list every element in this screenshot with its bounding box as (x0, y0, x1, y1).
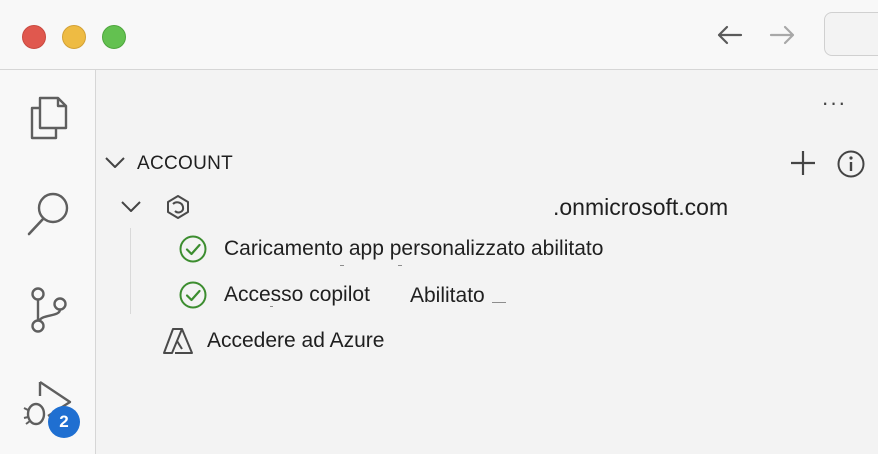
close-window-button[interactable] (22, 25, 46, 49)
m365-logo-icon (167, 195, 189, 219)
info-icon (837, 150, 865, 178)
section-title: ACCOUNT (137, 153, 234, 174)
text-artifact (492, 302, 506, 303)
explorer-button[interactable] (22, 92, 74, 144)
minimize-window-button[interactable] (62, 25, 86, 49)
tree-item-label: Accesso copilot (224, 283, 370, 306)
tree-item-label: Caricamento app personalizzato abilitato (224, 237, 604, 260)
debug-count-badge: 2 (48, 406, 80, 438)
more-actions-button[interactable]: ··· (818, 90, 850, 116)
check-circle-icon (179, 281, 207, 309)
add-icon (791, 151, 815, 175)
source-control-button[interactable] (22, 284, 74, 336)
forward-button[interactable] (765, 20, 799, 50)
search-button[interactable] (22, 188, 74, 240)
tree-item-custom-app-upload[interactable]: Caricamento app personalizzato abilitato (178, 232, 603, 266)
back-button[interactable] (713, 20, 747, 50)
text-artifact (340, 265, 344, 266)
maximize-window-button[interactable] (102, 25, 126, 49)
check-circle-icon (179, 235, 207, 263)
search-icon (27, 192, 69, 236)
account-section-header[interactable]: ACCOUNT (100, 148, 878, 182)
chevron-down-icon (105, 157, 125, 168)
chevron-down-icon (121, 201, 141, 212)
account-domain: .onmicrosoft.com (553, 194, 729, 220)
text-artifact (270, 306, 273, 307)
add-account-button[interactable] (788, 148, 818, 178)
explorer-files-icon (30, 96, 68, 140)
tree-item-copilot-access[interactable]: Accesso copilot (178, 278, 370, 312)
azure-sign-in-item[interactable]: Accedere ad Azure (162, 324, 384, 358)
text-artifact (398, 265, 402, 266)
forward-arrow-icon (769, 25, 795, 45)
info-button[interactable] (835, 148, 867, 180)
tree-indent-guide (130, 228, 131, 314)
source-control-icon (31, 287, 67, 333)
azure-logo-icon (163, 328, 193, 354)
title-bar (0, 0, 878, 70)
tree-item-value: Abilitato (410, 284, 485, 307)
back-arrow-icon (717, 25, 743, 45)
account-row[interactable] (120, 190, 192, 224)
azure-sign-in-label: Accedere ad Azure (207, 329, 385, 352)
activity-bar: 2 (0, 70, 96, 454)
command-center[interactable] (824, 12, 878, 56)
